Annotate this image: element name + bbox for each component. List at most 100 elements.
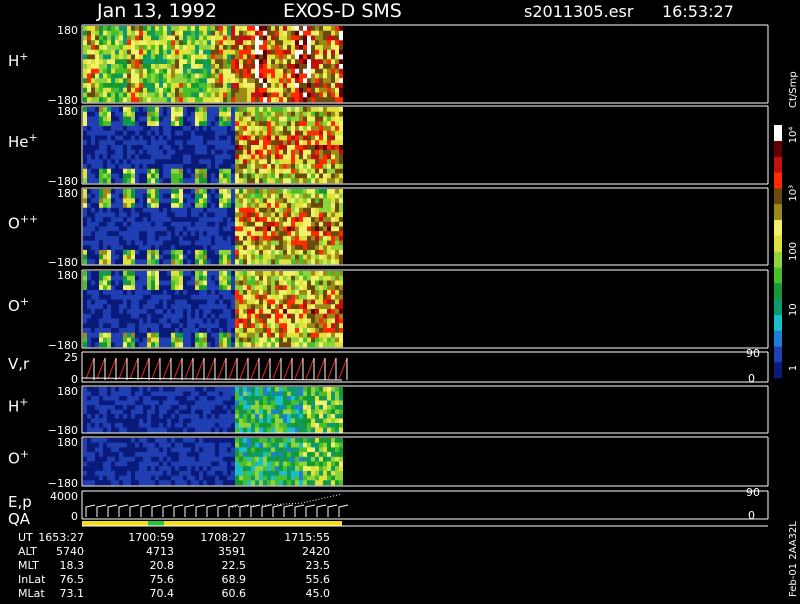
spectrogram-cell	[279, 69, 283, 74]
spectrogram-cell	[203, 314, 207, 319]
spectrogram-cell	[139, 136, 143, 141]
spectrogram-cell	[107, 208, 111, 213]
spectrogram-cell	[231, 295, 235, 300]
spectrogram-cell	[263, 150, 267, 155]
spectrogram-cell	[255, 150, 259, 155]
spectrogram-cell	[171, 338, 175, 343]
spectrogram-cell	[151, 423, 155, 428]
spectrogram-cell	[163, 285, 167, 290]
spectrogram-cell	[163, 338, 167, 343]
spectrogram-cell	[335, 203, 339, 208]
spectrogram-cell	[335, 338, 339, 343]
spectrogram-cell	[187, 169, 191, 174]
spectrogram-cell	[315, 140, 319, 145]
spectrogram-cell	[195, 208, 199, 213]
spectrogram-cell	[335, 423, 339, 428]
spectrogram-cell	[95, 198, 99, 203]
spectrogram-cell	[323, 255, 327, 260]
spectrogram-cell	[163, 314, 167, 319]
spectrogram-cell	[207, 150, 211, 155]
spectrogram-cell	[159, 290, 163, 295]
spectrogram-cell	[291, 31, 295, 36]
spectrogram-cell	[279, 290, 283, 295]
spectrogram-cell	[339, 26, 343, 31]
spectrogram-cell	[223, 97, 227, 102]
spectrogram-cell	[111, 401, 115, 406]
spectrogram-cell	[127, 338, 131, 343]
spectrogram-cell	[187, 194, 191, 199]
spectrogram-cell	[167, 401, 171, 406]
spectrogram-cell	[311, 309, 315, 314]
spectrogram-cell	[283, 338, 287, 343]
spectrogram-cell	[99, 281, 103, 286]
spectrogram-cell	[263, 131, 267, 136]
spectrogram-cell	[255, 309, 259, 314]
spectrogram-cell	[119, 236, 123, 241]
spectrogram-cell	[127, 69, 131, 74]
spectrogram-cell	[211, 140, 215, 145]
spectrogram-cell	[195, 117, 199, 122]
spectrogram-cell	[199, 40, 203, 45]
spectrogram-cell	[263, 419, 267, 424]
spectrogram-cell	[231, 83, 235, 88]
spectrogram-cell	[231, 97, 235, 102]
spectrogram-cell	[327, 428, 331, 433]
spectrogram-cell	[159, 198, 163, 203]
spectrogram-cell	[223, 285, 227, 290]
spectrogram-cell	[147, 396, 151, 401]
spectrogram-cell	[175, 194, 179, 199]
spectrogram-cell	[315, 126, 319, 131]
spectrogram-cell	[159, 387, 163, 392]
spectrogram-cell	[115, 227, 119, 232]
spectrogram-cell	[227, 212, 231, 217]
spectrogram-cell	[115, 295, 119, 300]
spectrogram-cell	[323, 245, 327, 250]
spectrogram-cell	[147, 59, 151, 64]
spectrogram-cell	[283, 55, 287, 60]
panel-label: He+	[8, 131, 38, 151]
spectrogram-cell	[103, 285, 107, 290]
spectrogram-cell	[215, 203, 219, 208]
spectrogram-cell	[331, 178, 335, 183]
spectrogram-cell	[295, 126, 299, 131]
spectrogram-cell	[283, 414, 287, 419]
spectrogram-cell	[255, 189, 259, 194]
spectrogram-cell	[283, 323, 287, 328]
spectrogram-cell	[107, 83, 111, 88]
spectrogram-cell	[307, 112, 311, 117]
spectrogram-cell	[135, 88, 139, 93]
spectrogram-cell	[99, 107, 103, 112]
spectrogram-cell	[279, 338, 283, 343]
spectrogram-cell	[159, 194, 163, 199]
spectrogram-cell	[251, 392, 255, 397]
spectrogram-cell	[91, 319, 95, 324]
spectrogram-cell	[211, 150, 215, 155]
spectrogram-cell	[199, 333, 203, 338]
spectrogram-cell	[267, 88, 271, 93]
spectrogram-cell	[143, 333, 147, 338]
spectrogram-cell	[239, 338, 243, 343]
spectrogram-cell	[323, 121, 327, 126]
spectrogram-cell	[275, 155, 279, 160]
spectrogram-cell	[331, 83, 335, 88]
spectrogram-cell	[247, 74, 251, 79]
spectrogram-cell	[331, 78, 335, 83]
spectrogram-cell	[275, 295, 279, 300]
spectrogram-cell	[327, 245, 331, 250]
spectrogram-cell	[263, 281, 267, 286]
rhs-tick-bottom: 0	[748, 372, 755, 385]
spectrogram-cell	[215, 342, 219, 347]
spectrogram-cell	[303, 159, 307, 164]
spectrogram-cell	[279, 259, 283, 264]
spectrogram-cell	[231, 26, 235, 31]
spectrogram-cell	[207, 300, 211, 305]
spectrogram-cell	[207, 26, 211, 31]
spectrogram-cell	[279, 276, 283, 281]
spectrogram-cell	[223, 112, 227, 117]
spectrogram-cell	[223, 40, 227, 45]
spectrogram-cell	[87, 36, 91, 41]
spectrogram-cell	[231, 164, 235, 169]
spectrogram-cell	[303, 121, 307, 126]
spectrogram-cell	[171, 117, 175, 122]
spectrogram-cell	[195, 281, 199, 286]
